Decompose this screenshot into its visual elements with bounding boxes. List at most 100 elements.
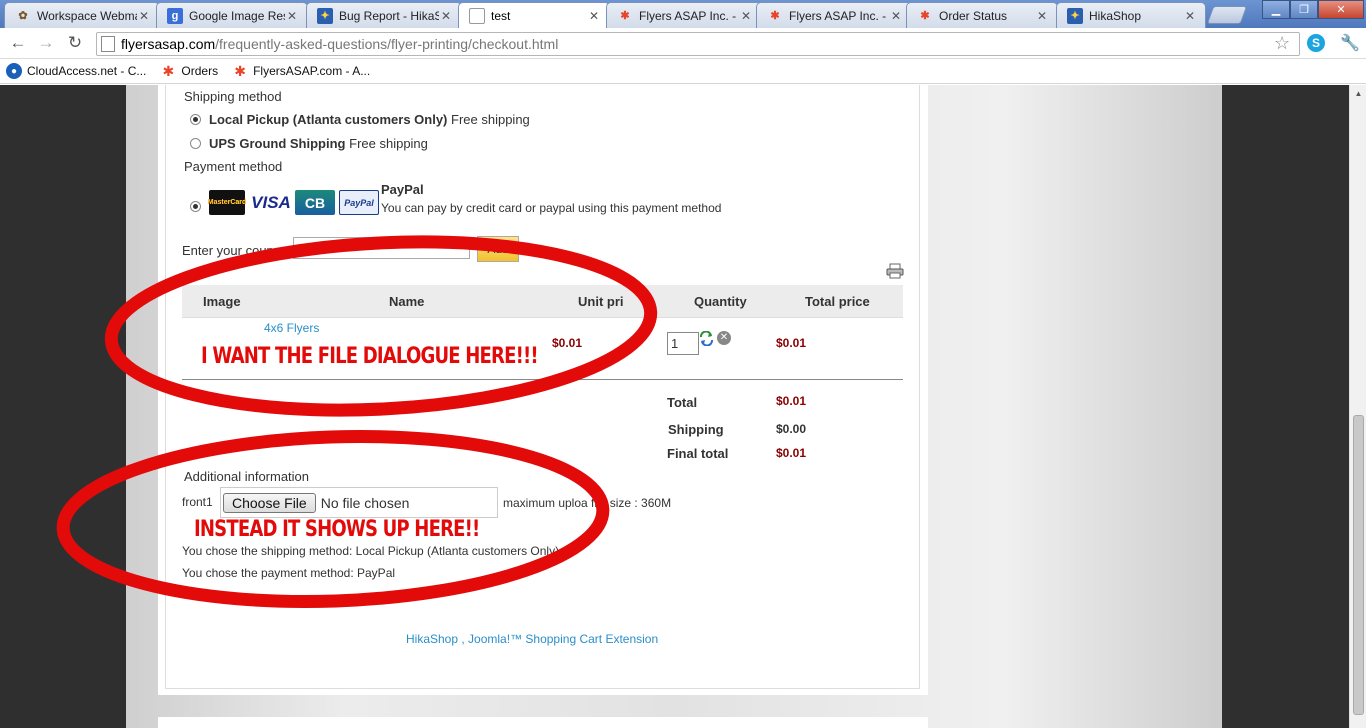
final-total-label: Final total xyxy=(667,446,729,461)
coupon-label: Enter your coupo xyxy=(182,243,282,258)
shipping-method-heading: Shipping method xyxy=(184,89,282,104)
choose-file-button[interactable]: Choose File xyxy=(223,492,316,513)
quantity-input[interactable]: 1 xyxy=(667,332,699,355)
annotation-text-top: I WANT THE FILE DIALOGUE HERE!!! xyxy=(201,344,539,369)
shipping-option-ups[interactable]: UPS Ground Shipping Free shipping xyxy=(209,136,428,151)
file-upload-input[interactable]: Choose File No file chosen xyxy=(220,487,498,518)
tab-hikashop[interactable]: ✦ HikaShop ✕ xyxy=(1056,2,1206,28)
payment-radio-paypal[interactable] xyxy=(190,201,201,212)
forward-arrow-icon[interactable]: → xyxy=(34,32,58,54)
close-icon[interactable]: ✕ xyxy=(439,9,453,23)
maximize-button[interactable]: ❐ xyxy=(1290,0,1318,19)
hikashop-icon: ✦ xyxy=(317,7,333,24)
bookmark-star-icon[interactable]: ☆ xyxy=(1274,33,1290,54)
coupon-add-button[interactable]: Add xyxy=(477,236,519,262)
shipping-radio-local-pickup[interactable] xyxy=(190,114,201,125)
file-field-label: front1 xyxy=(182,495,213,509)
shipping-chosen-text: You chose the shipping method: Local Pic… xyxy=(182,544,560,558)
workspace-icon: ✿ xyxy=(18,10,28,22)
header-total-price: Total price xyxy=(805,294,870,309)
close-icon[interactable]: ✕ xyxy=(1035,9,1049,23)
joomla-icon: ✱ xyxy=(162,62,175,79)
header-name: Name xyxy=(389,294,425,309)
hikashop-link[interactable]: HikaShop xyxy=(406,632,458,646)
payment-chosen-text: You chose the payment method: PayPal xyxy=(182,566,396,580)
tab-flyers-asap-2[interactable]: ✱ Flyers ASAP Inc. - / ✕ xyxy=(756,2,912,28)
payment-option-name: PayPal xyxy=(381,182,424,197)
reload-icon[interactable]: ↻ xyxy=(63,32,87,54)
bookmark-cloudaccess[interactable]: ● CloudAccess.net - C... xyxy=(6,63,146,79)
joomla-icon: ✱ xyxy=(770,10,780,22)
cart-table-header: Image Name Unit pri Quantity Total price xyxy=(182,285,903,318)
window-controls: ▁ ❐ ✕ xyxy=(1262,0,1364,19)
close-icon[interactable]: ✕ xyxy=(137,9,151,23)
bookmark-flyersasap[interactable]: ✱ FlyersASAP.com - A... xyxy=(232,63,370,79)
paypal-logo: PayPal xyxy=(339,190,379,215)
payment-method-heading: Payment method xyxy=(184,159,283,174)
header-image: Image xyxy=(203,294,241,309)
additional-info-heading: Additional information xyxy=(184,469,310,484)
shipping-total-label: Shipping xyxy=(668,422,724,437)
close-icon[interactable]: ✕ xyxy=(285,9,299,23)
page-viewport: Shipping method Local Pickup (Atlanta cu… xyxy=(0,85,1349,728)
total-label: Total xyxy=(667,395,698,410)
hikashop-icon: ✦ xyxy=(1067,7,1083,24)
skype-icon[interactable]: S xyxy=(1307,34,1325,52)
address-bar[interactable]: flyersasap.com/frequently-asked-question… xyxy=(96,32,1300,56)
footer-credits: HikaShop , Joomla!™ Shopping Cart Extens… xyxy=(406,632,658,646)
tab-workspace[interactable]: ✿ Workspace Webma ✕ xyxy=(4,2,160,28)
annotation-text-bottom: INSTEAD IT SHOWS UP HERE!! xyxy=(194,517,480,542)
cart-divider xyxy=(182,379,903,380)
coupon-input[interactable] xyxy=(293,237,470,259)
close-icon[interactable]: ✕ xyxy=(1183,9,1197,23)
visa-logo: VISA xyxy=(251,190,291,215)
cart-item-unit-price: $0.01 xyxy=(552,336,583,350)
final-total-value: $0.01 xyxy=(776,446,807,460)
joomla-icon: ✱ xyxy=(920,10,930,22)
total-value: $0.01 xyxy=(776,394,807,408)
minimize-button[interactable]: ▁ xyxy=(1262,0,1290,19)
cart-item-name-link[interactable]: 4x6 Flyers xyxy=(264,321,319,335)
delete-item-icon[interactable]: ✕ xyxy=(717,331,731,345)
shipping-option-local-pickup[interactable]: Local Pickup (Atlanta customers Only) Fr… xyxy=(209,112,530,127)
close-icon[interactable]: ✕ xyxy=(889,9,903,23)
back-arrow-icon[interactable]: ← xyxy=(6,32,30,54)
shipping-radio-ups[interactable] xyxy=(190,138,201,149)
next-card xyxy=(158,717,928,728)
tab-strip: ✿ Workspace Webma ✕ g Google Image Resu … xyxy=(0,0,1366,29)
vertical-scrollbar[interactable]: ▲ xyxy=(1349,85,1366,728)
checkout-panel xyxy=(165,85,920,689)
scroll-up-arrow-icon[interactable]: ▲ xyxy=(1350,85,1366,102)
cloud-icon: ● xyxy=(6,63,22,79)
bookmarks-bar: ● CloudAccess.net - C... ✱ Orders ✱ Flye… xyxy=(0,59,1366,84)
payment-logos: MasterCard VISA CB PayPal xyxy=(208,190,379,215)
tab-google-images[interactable]: g Google Image Resu ✕ xyxy=(156,2,308,28)
header-quantity: Quantity xyxy=(694,294,747,309)
tab-test[interactable]: test ✕ xyxy=(458,2,610,29)
tab-bug-report[interactable]: ✦ Bug Report - HikaS ✕ xyxy=(306,2,462,28)
file-size-note: maximum uploa file size : 360M xyxy=(503,496,672,510)
bookmark-orders[interactable]: ✱ Orders xyxy=(160,62,219,79)
file-status: No file chosen xyxy=(320,494,410,511)
print-icon[interactable] xyxy=(886,263,904,279)
mastercard-logo: MasterCard xyxy=(208,190,246,215)
close-icon[interactable]: ✕ xyxy=(739,9,753,23)
joomla-icon: ✱ xyxy=(620,10,630,22)
refresh-icon[interactable] xyxy=(699,331,714,346)
scroll-thumb[interactable] xyxy=(1353,415,1364,715)
tab-order-status[interactable]: ✱ Order Status ✕ xyxy=(906,2,1058,28)
page-icon xyxy=(469,8,485,24)
window-close-button[interactable]: ✕ xyxy=(1318,0,1364,19)
joomla-extension-link[interactable]: Joomla!™ Shopping Cart Extension xyxy=(468,632,658,646)
page-icon xyxy=(101,36,115,52)
cart-item-total-price: $0.01 xyxy=(776,336,807,350)
header-unit-price: Unit pri xyxy=(578,294,624,309)
joomla-icon: ✱ xyxy=(234,62,246,79)
wrench-icon[interactable]: 🔧 xyxy=(1340,33,1360,53)
new-tab-button[interactable] xyxy=(1206,6,1248,24)
google-icon: g xyxy=(167,7,183,24)
cb-logo: CB xyxy=(295,190,335,215)
close-icon[interactable]: ✕ xyxy=(587,9,601,23)
tab-flyers-asap-1[interactable]: ✱ Flyers ASAP Inc. - / ✕ xyxy=(606,2,762,28)
shipping-total-value: $0.00 xyxy=(776,422,807,436)
